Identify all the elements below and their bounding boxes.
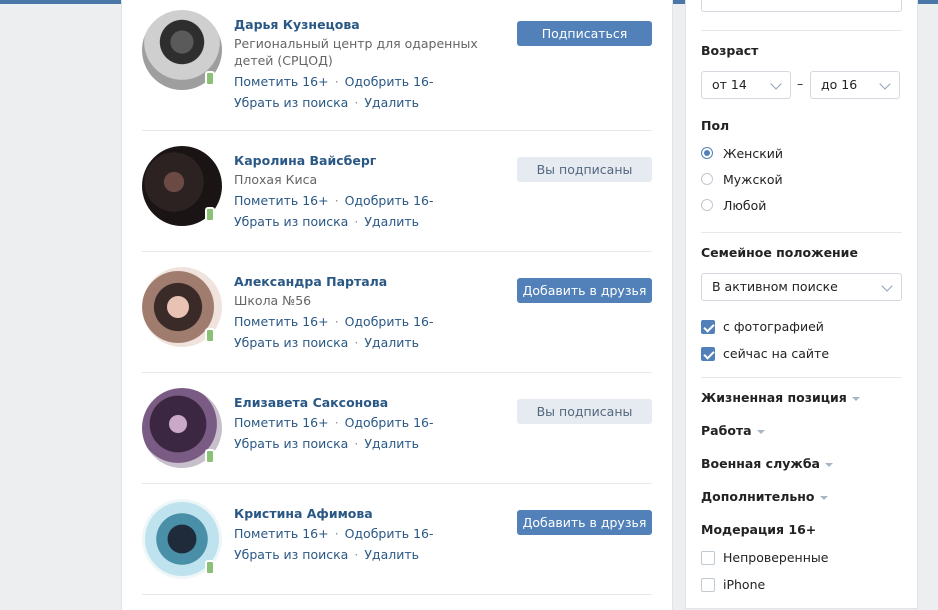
checkbox-unchecked[interactable]	[701, 551, 715, 565]
add-friend-button[interactable]: Добавить в друзья	[517, 278, 652, 303]
work-toggle[interactable]: Работа	[701, 423, 765, 438]
caret-down-icon	[756, 429, 765, 434]
mobile-online-icon	[205, 328, 215, 343]
user-subtitle: Региональный центр для одаренных детей (…	[234, 36, 478, 68]
chevron-down-icon	[879, 78, 891, 90]
divider	[701, 30, 902, 31]
relationship-select[interactable]: В активном поиске	[701, 273, 902, 301]
search-filter-input[interactable]	[701, 0, 902, 12]
remove-from-search-link[interactable]: Убрать из поиска	[234, 95, 348, 110]
age-range-dash: –	[797, 76, 804, 91]
separator-dot: ·	[334, 526, 339, 541]
separator-dot: ·	[334, 415, 339, 430]
user-name-link[interactable]: Елизавета Саксонова	[234, 394, 514, 411]
chevron-down-icon	[881, 280, 893, 292]
checkbox-label: Непроверенные	[723, 550, 829, 565]
divider	[142, 130, 652, 131]
mobile-online-icon	[205, 560, 215, 575]
approve-16-link[interactable]: Одобрить 16-	[345, 74, 434, 89]
mark-16-link[interactable]: Пометить 16+	[234, 314, 329, 329]
separator-dot: ·	[334, 193, 339, 208]
chevron-down-icon	[770, 78, 782, 90]
section-label: Военная служба	[701, 456, 820, 471]
gender-option-label: Женский	[723, 146, 783, 161]
section-label: Жизненная позиция	[701, 390, 847, 405]
gender-option-label: Мужской	[723, 172, 783, 187]
radio-unselected[interactable]	[701, 199, 713, 211]
caret-down-icon	[851, 396, 860, 401]
user-subtitle: Плохая Киса	[234, 172, 318, 187]
divider	[142, 372, 652, 373]
separator-dot: ·	[354, 547, 359, 562]
divider	[142, 483, 652, 484]
divider	[701, 232, 902, 233]
delete-link[interactable]: Удалить	[364, 547, 419, 562]
user-name-link[interactable]: Александра Партала	[234, 273, 514, 290]
age-filter-title: Возраст	[701, 43, 759, 58]
search-filters-panel: Возраст от 14 – до 16 Пол Женский Мужско…	[685, 0, 918, 609]
checkbox-label: с фотографией	[723, 319, 824, 334]
remove-from-search-link[interactable]: Убрать из поиска	[234, 335, 348, 350]
approve-16-link[interactable]: Одобрить 16-	[345, 526, 434, 541]
subscribed-button[interactable]: Вы подписаны	[517, 399, 652, 424]
section-label: Работа	[701, 423, 752, 438]
approve-16-link[interactable]: Одобрить 16-	[345, 193, 434, 208]
checkbox-unchecked[interactable]	[701, 578, 715, 592]
age-from-select[interactable]: от 14	[701, 71, 791, 99]
mobile-online-icon	[205, 71, 215, 86]
divider	[142, 594, 652, 595]
checkbox-checked[interactable]	[701, 320, 715, 334]
user-name-link[interactable]: Кристина Афимова	[234, 505, 514, 522]
mobile-online-icon	[205, 207, 215, 222]
remove-from-search-link[interactable]: Убрать из поиска	[234, 214, 348, 229]
caret-down-icon	[819, 495, 828, 500]
mark-16-link[interactable]: Пометить 16+	[234, 74, 329, 89]
mark-16-link[interactable]: Пометить 16+	[234, 193, 329, 208]
section-label: Дополнительно	[701, 489, 815, 504]
relationship-filter-title: Семейное положение	[701, 245, 858, 260]
radio-unselected[interactable]	[701, 173, 713, 185]
mark-16-link[interactable]: Пометить 16+	[234, 415, 329, 430]
gender-filter-title: Пол	[701, 118, 730, 133]
military-service-toggle[interactable]: Военная служба	[701, 456, 833, 471]
subscribed-button[interactable]: Вы подписаны	[517, 157, 652, 182]
add-friend-button[interactable]: Добавить в друзья	[517, 510, 652, 535]
search-results: Дарья Кузнецова Региональный центр для о…	[121, 0, 673, 610]
moderation-filter-title: Модерация 16+	[701, 522, 817, 537]
age-from-value: от 14	[712, 77, 747, 92]
user-name-link[interactable]: Дарья Кузнецова	[234, 16, 514, 33]
separator-dot: ·	[334, 314, 339, 329]
delete-link[interactable]: Удалить	[364, 436, 419, 451]
remove-from-search-link[interactable]: Убрать из поиска	[234, 436, 348, 451]
separator-dot: ·	[354, 95, 359, 110]
relationship-value: В активном поиске	[712, 279, 838, 294]
delete-link[interactable]: Удалить	[364, 335, 419, 350]
age-to-select[interactable]: до 16	[810, 71, 900, 99]
separator-dot: ·	[334, 74, 339, 89]
radio-selected[interactable]	[701, 147, 713, 159]
gender-option-label: Любой	[723, 198, 767, 213]
remove-from-search-link[interactable]: Убрать из поиска	[234, 547, 348, 562]
approve-16-link[interactable]: Одобрить 16-	[345, 415, 434, 430]
caret-down-icon	[825, 462, 833, 467]
checkbox-label: iPhone	[723, 577, 766, 592]
user-subtitle: Школа №56	[234, 293, 312, 308]
separator-dot: ·	[354, 335, 359, 350]
checkbox-label: сейчас на сайте	[723, 346, 830, 361]
divider	[701, 377, 902, 378]
delete-link[interactable]: Удалить	[364, 214, 419, 229]
mark-16-link[interactable]: Пометить 16+	[234, 526, 329, 541]
life-position-toggle[interactable]: Жизненная позиция	[701, 390, 860, 405]
approve-16-link[interactable]: Одобрить 16-	[345, 314, 434, 329]
divider	[142, 251, 652, 252]
separator-dot: ·	[354, 436, 359, 451]
mobile-online-icon	[205, 449, 215, 464]
additional-toggle[interactable]: Дополнительно	[701, 489, 828, 504]
delete-link[interactable]: Удалить	[364, 95, 419, 110]
subscribe-button[interactable]: Подписаться	[517, 21, 652, 46]
separator-dot: ·	[354, 214, 359, 229]
age-to-value: до 16	[821, 77, 858, 92]
user-name-link[interactable]: Каролина Вайсберг	[234, 152, 514, 169]
checkbox-checked[interactable]	[701, 347, 715, 361]
